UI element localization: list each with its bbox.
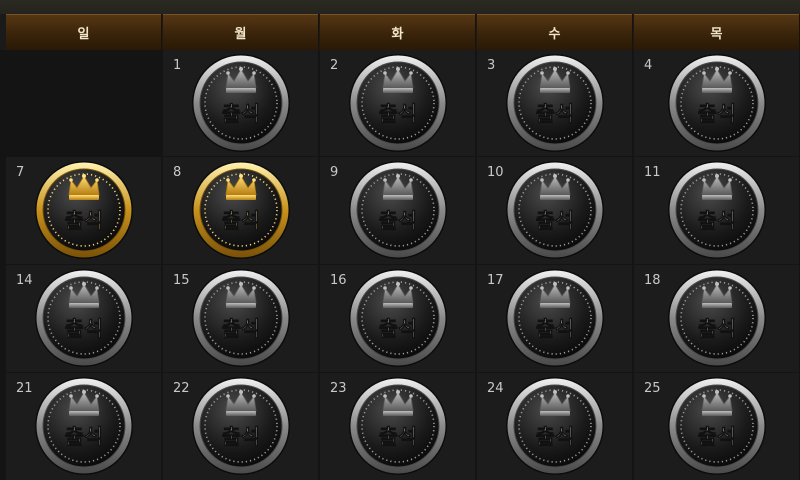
stamp-label: 출석	[698, 102, 737, 126]
calendar-day-cell[interactable]: 2 출석	[320, 50, 475, 156]
day-number: 25	[644, 381, 661, 396]
weekday-tue: 화	[320, 14, 476, 50]
attendance-stamp-silver-icon: 출석	[505, 53, 605, 153]
day-number: 3	[487, 58, 496, 73]
day-number: 8	[173, 165, 182, 180]
weekday-header: 일 월 화 수 목	[0, 14, 800, 50]
stamp-label: 출석	[65, 425, 104, 449]
day-number: 22	[173, 381, 190, 396]
calendar-day-cell[interactable]: 22 출석	[163, 373, 318, 480]
attendance-stamp-silver-icon: 출석	[191, 376, 291, 476]
weekday-sun: 일	[6, 14, 162, 50]
attendance-stamp-silver-icon: 출석	[191, 53, 291, 153]
stamp-label: 출석	[65, 209, 104, 233]
stamp-label: 출석	[698, 425, 737, 449]
calendar-day-cell[interactable]: 16 출석	[320, 265, 475, 372]
calendar-day-cell	[6, 50, 161, 156]
day-number: 1	[173, 58, 182, 73]
calendar-day-cell[interactable]: 18 출석	[634, 265, 799, 372]
calendar-day-cell[interactable]: 21 출석	[6, 373, 161, 480]
attendance-stamp-silver-icon: 출석	[505, 160, 605, 260]
stamp-label: 출석	[65, 317, 104, 341]
stamp-label: 출석	[698, 317, 737, 341]
calendar-day-cell[interactable]: 17 출석	[477, 265, 632, 372]
stamp-label: 출석	[222, 209, 261, 233]
calendar-day-cell[interactable]: 4 출석	[634, 50, 799, 156]
calendar-day-cell[interactable]: 10 출석	[477, 157, 632, 264]
attendance-stamp-gold-icon: 출석	[191, 160, 291, 260]
stamp-label: 출석	[222, 102, 261, 126]
stamp-label: 출석	[379, 209, 418, 233]
attendance-calendar-grid: 1 출석 2 출석 3 출석 4 출석 7 출석 8 출석 9 출석 10 출석…	[0, 50, 800, 480]
calendar-day-cell[interactable]: 9 출석	[320, 157, 475, 264]
day-number: 21	[16, 381, 33, 396]
stamp-label: 출석	[536, 209, 575, 233]
attendance-stamp-silver-icon: 출석	[667, 376, 767, 476]
stamp-label: 출석	[222, 317, 261, 341]
day-number: 9	[330, 165, 339, 180]
day-number: 7	[16, 165, 25, 180]
day-number: 4	[644, 58, 653, 73]
day-number: 23	[330, 381, 347, 396]
stamp-label: 출석	[379, 425, 418, 449]
attendance-stamp-silver-icon: 출석	[348, 268, 448, 368]
weekday-wed: 수	[477, 14, 633, 50]
stamp-label: 출석	[536, 102, 575, 126]
stamp-label: 출석	[222, 425, 261, 449]
attendance-stamp-silver-icon: 출석	[505, 268, 605, 368]
stamp-label: 출석	[536, 425, 575, 449]
calendar-day-cell[interactable]: 15 출석	[163, 265, 318, 372]
calendar-day-cell[interactable]: 11 출석	[634, 157, 799, 264]
calendar-day-cell[interactable]: 8 출석	[163, 157, 318, 264]
day-number: 24	[487, 381, 504, 396]
day-number: 18	[644, 273, 661, 288]
stamp-label: 출석	[379, 102, 418, 126]
weekday-mon: 월	[163, 14, 319, 50]
day-number: 10	[487, 165, 504, 180]
calendar-day-cell[interactable]: 3 출석	[477, 50, 632, 156]
stamp-label: 출석	[536, 317, 575, 341]
stamp-label: 출석	[698, 209, 737, 233]
calendar-day-cell[interactable]: 24 출석	[477, 373, 632, 480]
calendar-day-cell[interactable]: 14 출석	[6, 265, 161, 372]
attendance-stamp-silver-icon: 출석	[667, 53, 767, 153]
attendance-stamp-silver-icon: 출석	[667, 160, 767, 260]
day-number: 2	[330, 58, 339, 73]
day-number: 11	[644, 165, 661, 180]
attendance-stamp-gold-icon: 출석	[34, 160, 134, 260]
stamp-label: 출석	[379, 317, 418, 341]
calendar-day-cell[interactable]: 25 출석	[634, 373, 799, 480]
weekday-thu: 목	[634, 14, 800, 50]
attendance-stamp-silver-icon: 출석	[348, 53, 448, 153]
day-number: 14	[16, 273, 33, 288]
attendance-stamp-silver-icon: 출석	[191, 268, 291, 368]
attendance-stamp-silver-icon: 출석	[34, 268, 134, 368]
calendar-day-cell[interactable]: 7 출석	[6, 157, 161, 264]
attendance-stamp-silver-icon: 출석	[667, 268, 767, 368]
attendance-stamp-silver-icon: 출석	[34, 376, 134, 476]
day-number: 16	[330, 273, 347, 288]
day-number: 15	[173, 273, 190, 288]
attendance-stamp-silver-icon: 출석	[505, 376, 605, 476]
attendance-stamp-silver-icon: 출석	[348, 160, 448, 260]
attendance-stamp-silver-icon: 출석	[348, 376, 448, 476]
calendar-day-cell[interactable]: 1 출석	[163, 50, 318, 156]
calendar-day-cell[interactable]: 23 출석	[320, 373, 475, 480]
top-bar	[0, 0, 800, 14]
day-number: 17	[487, 273, 504, 288]
